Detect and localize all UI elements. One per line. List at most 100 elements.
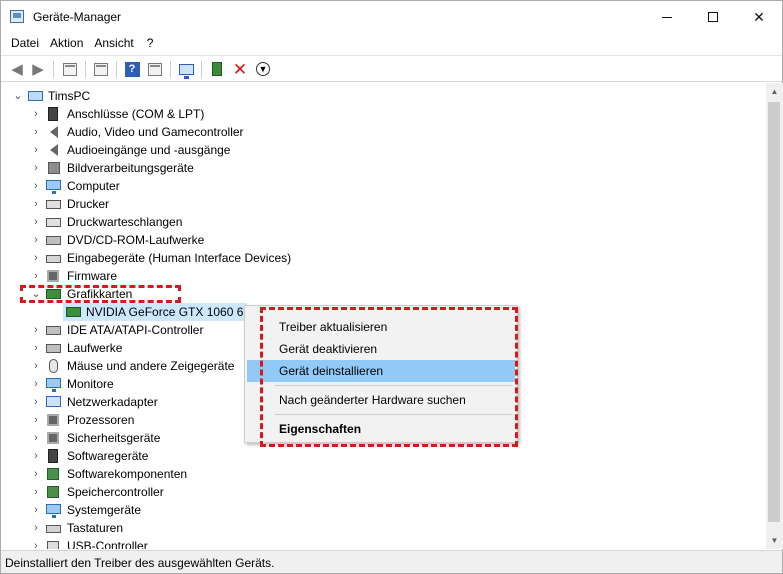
expand-chevron-icon[interactable]: › [31, 143, 41, 157]
expand-chevron-icon[interactable]: › [31, 467, 41, 481]
expand-chevron-icon[interactable]: › [31, 179, 41, 193]
tree-item-label: USB-Controller [67, 539, 148, 549]
back-button[interactable]: ◀ [8, 60, 26, 78]
tree-item-label: Mäuse und andere Zeigegeräte [67, 359, 235, 373]
tree-item-firmware[interactable]: › Firmware [1, 267, 766, 285]
scrollbar-thumb[interactable] [768, 102, 780, 522]
tree-item-label: Tastaturen [67, 521, 124, 535]
tree-item-usb-controller[interactable]: › USB-Controller [1, 537, 766, 549]
tree-item-computer[interactable]: › Computer [1, 177, 766, 195]
scroll-down-arrow-icon: ▼ [770, 536, 779, 545]
tree-item-label: Sicherheitsgeräte [67, 431, 161, 445]
window-title: Geräte-Manager [33, 10, 122, 24]
expand-chevron-icon[interactable]: › [31, 395, 41, 409]
tree-item-eingabegeraete[interactable]: › Eingabegeräte (Human Interface Devices… [1, 249, 766, 267]
expand-chevron-icon[interactable]: › [31, 485, 41, 499]
tree-item-label: Prozessoren [67, 413, 135, 427]
computer-icon [28, 91, 43, 101]
tree-item-label: Softwarekomponenten [67, 467, 188, 481]
scan-hardware-button[interactable] [177, 60, 195, 79]
tree-item-audioeingaenge[interactable]: › Audioeingänge und -ausgänge [1, 141, 766, 159]
expand-chevron-icon[interactable]: › [31, 323, 41, 337]
storage-controller-icon [47, 486, 59, 498]
disk-drive-icon [46, 344, 61, 353]
security-device-icon [47, 432, 59, 444]
properties-sheet-button[interactable] [92, 60, 110, 78]
tree-item-audio-video[interactable]: › Audio, Video und Gamecontroller [1, 123, 766, 141]
expand-chevron-icon[interactable]: › [31, 503, 41, 517]
expand-chevron-icon[interactable]: › [31, 215, 41, 229]
properties-view-button[interactable] [61, 60, 79, 78]
menu-help[interactable]: ? [141, 33, 161, 53]
expand-chevron-icon[interactable]: › [31, 233, 41, 247]
collapse-chevron-icon[interactable]: ⌄ [13, 89, 23, 103]
scroll-down-button[interactable]: ▼ [766, 532, 783, 549]
menu-aktion[interactable]: Aktion [46, 33, 90, 53]
expand-chevron-icon[interactable]: › [31, 377, 41, 391]
expand-chevron-icon[interactable]: › [31, 449, 41, 463]
uninstall-device-button[interactable]: ✕ [231, 60, 249, 78]
tree-item-drucker[interactable]: › Drucker [1, 195, 766, 213]
expand-chevron-icon[interactable]: › [31, 251, 41, 265]
tree-item-bildverarbeitung[interactable]: › Bildverarbeitungsgeräte [1, 159, 766, 177]
minimize-button[interactable] [644, 1, 690, 33]
expand-chevron-icon[interactable]: › [31, 521, 41, 535]
tree-item-tastaturen[interactable]: › Tastaturen [1, 519, 766, 537]
toolbar-separator [116, 61, 117, 78]
back-arrow-icon: ◀ [11, 60, 23, 78]
update-driver-button[interactable] [208, 60, 226, 78]
expand-chevron-icon[interactable]: › [31, 197, 41, 211]
toolbar-separator [201, 61, 202, 78]
disable-device-button[interactable]: ▼ [254, 60, 272, 78]
update-driver-icon [212, 62, 222, 76]
usb-controller-icon [47, 541, 59, 549]
properties-view-icon [63, 62, 77, 76]
expand-chevron-icon[interactable]: › [31, 359, 41, 373]
system-device-icon [46, 504, 61, 518]
scroll-up-button[interactable]: ▲ [766, 83, 783, 100]
forward-arrow-icon: ▶ [32, 60, 44, 78]
menu-datei[interactable]: Datei [1, 33, 46, 53]
tree-item-speichercontroller[interactable]: › Speichercontroller [1, 483, 766, 501]
show-hidden-button[interactable] [146, 60, 164, 78]
vertical-scrollbar[interactable]: ▲ ▼ [766, 83, 783, 549]
expand-chevron-icon[interactable]: › [31, 341, 41, 355]
toolbar-separator [85, 61, 86, 78]
expand-chevron-icon[interactable]: › [31, 413, 41, 427]
tree-item-label: Computer [67, 179, 120, 193]
expand-chevron-icon[interactable]: › [31, 539, 41, 549]
tree-item-label: DVD/CD-ROM-Laufwerke [67, 233, 205, 247]
expand-chevron-icon[interactable]: › [31, 125, 41, 139]
expand-chevron-icon[interactable]: › [31, 269, 41, 283]
firmware-chip-icon [47, 270, 59, 282]
forward-button[interactable]: ▶ [29, 60, 47, 78]
tree-item-anschluesse[interactable]: › Anschlüsse (COM & LPT) [1, 105, 766, 123]
status-text: Deinstalliert den Treiber des ausgewählt… [5, 556, 275, 570]
dvd-drive-icon [46, 236, 61, 245]
tree-item-label: Speichercontroller [67, 485, 164, 499]
tree-item-label: Anschlüsse (COM & LPT) [67, 107, 205, 121]
computer-icon [46, 180, 61, 194]
device-manager-window: Geräte-Manager ✕ Datei Aktion Ansicht ? … [0, 0, 783, 574]
close-button[interactable]: ✕ [736, 1, 782, 33]
speaker-icon [50, 126, 58, 138]
tree-item-systemgeraete[interactable]: › Systemgeräte [1, 501, 766, 519]
expand-chevron-icon[interactable]: › [31, 107, 41, 121]
expand-chevron-icon[interactable]: › [31, 431, 41, 445]
tree-item-druckwarteschlangen[interactable]: › Druckwarteschlangen [1, 213, 766, 231]
printer-icon [46, 200, 61, 209]
help-button[interactable]: ? [123, 60, 141, 78]
menu-ansicht[interactable]: Ansicht [90, 33, 140, 53]
tree-item-label: Systemgeräte [67, 503, 142, 517]
tree-item-softwaregeraete[interactable]: › Softwaregeräte [1, 447, 766, 465]
tree-item-softwarekomponenten[interactable]: › Softwarekomponenten [1, 465, 766, 483]
tree-root-row[interactable]: ⌄ TimsPC [1, 87, 766, 105]
tree-item-dvd[interactable]: › DVD/CD-ROM-Laufwerke [1, 231, 766, 249]
expand-chevron-icon[interactable]: › [31, 161, 41, 175]
monitor-icon [46, 378, 61, 392]
maximize-button[interactable] [690, 1, 736, 33]
port-connector-icon [48, 107, 58, 121]
camera-icon [48, 162, 60, 174]
speaker-icon [50, 144, 58, 156]
hid-keyboard-icon [46, 255, 61, 263]
